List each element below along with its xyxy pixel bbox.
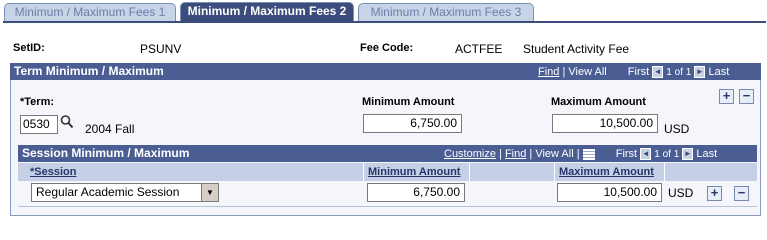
term-counter: 1 of 1 <box>666 67 692 78</box>
grid-row-number-header <box>18 163 26 181</box>
term-last-label: Last <box>708 66 730 78</box>
session-add-row-button[interactable]: + <box>707 186 722 201</box>
tab-min-max-fees-2[interactable]: Minimum / Maximum Fees 2 <box>180 2 354 21</box>
term-description: 2004 Fall <box>85 122 135 136</box>
session-customize-link[interactable]: Customize <box>444 148 496 160</box>
maximum-amount-column-header[interactable]: Maximum Amount <box>555 163 665 181</box>
chevron-down-icon: ▼ <box>201 184 218 201</box>
fee-code-label: Fee Code: <box>360 42 414 54</box>
term-section-nav: Find | View All First ◄ 1 of 1 ► Last <box>538 66 730 79</box>
term-section-title: Term Minimum / Maximum <box>14 64 164 78</box>
term-minimum-amount-input[interactable]: 6,750.00 <box>363 114 462 133</box>
maximum-amount-label: Maximum Amount <box>551 96 646 108</box>
lookup-icon[interactable] <box>60 114 74 130</box>
session-section-title: Session Minimum / Maximum <box>22 146 190 160</box>
term-add-row-button[interactable]: + <box>719 89 734 104</box>
term-input[interactable]: 0530 <box>20 115 58 134</box>
setid-label: SetID: <box>13 42 45 54</box>
minimum-amount-label: Minimum Amount <box>362 96 455 108</box>
session-maximum-amount-input[interactable]: 10,500.00 <box>557 183 662 202</box>
term-currency: USD <box>664 122 690 136</box>
session-prev-icon[interactable]: ◄ <box>640 148 652 161</box>
tab-underline <box>3 21 766 23</box>
fee-code-description: Student Activity Fee <box>523 42 630 56</box>
term-label: *Term: <box>20 96 55 108</box>
minimum-amount-column-header[interactable]: Minimum Amount <box>364 163 470 181</box>
session-column-header[interactable]: *Session <box>26 163 364 181</box>
session-currency: USD <box>668 186 694 200</box>
session-minimum-amount-input[interactable]: 6,750.00 <box>367 183 465 202</box>
term-find-link[interactable]: Find <box>538 66 559 78</box>
term-prev-icon[interactable]: ◄ <box>652 66 664 79</box>
term-next-icon[interactable]: ► <box>694 66 706 79</box>
session-view-all-link[interactable]: View All <box>535 148 573 160</box>
tab-min-max-fees-1[interactable]: Minimum / Maximum Fees 1 <box>4 3 176 21</box>
grid-header-filler <box>470 163 555 181</box>
setid-value: PSUNV <box>140 42 182 56</box>
term-maximum-amount-input[interactable]: 10,500.00 <box>552 114 658 133</box>
fee-code-value: ACTFEE <box>455 42 503 56</box>
session-section-nav: Customize | Find | View All | First ◄ 1 … <box>444 148 718 161</box>
grid-download-icon[interactable] <box>582 148 595 160</box>
session-next-icon[interactable]: ► <box>682 148 694 161</box>
session-delete-row-button[interactable]: − <box>734 186 749 201</box>
session-counter: 1 of 1 <box>654 149 680 160</box>
term-view-all-link[interactable]: View All <box>568 66 606 78</box>
session-last-label: Last <box>696 148 718 160</box>
term-delete-row-button[interactable]: − <box>739 89 754 104</box>
tab-min-max-fees-3[interactable]: Minimum / Maximum Fees 3 <box>358 3 534 21</box>
session-first-label: First <box>615 148 638 160</box>
session-find-link[interactable]: Find <box>505 148 526 160</box>
term-first-label: First <box>627 66 650 78</box>
session-select[interactable]: Regular Academic Session ▼ <box>31 183 219 202</box>
session-select-value: Regular Academic Session <box>36 185 180 199</box>
grid-header-filler <box>665 163 757 181</box>
